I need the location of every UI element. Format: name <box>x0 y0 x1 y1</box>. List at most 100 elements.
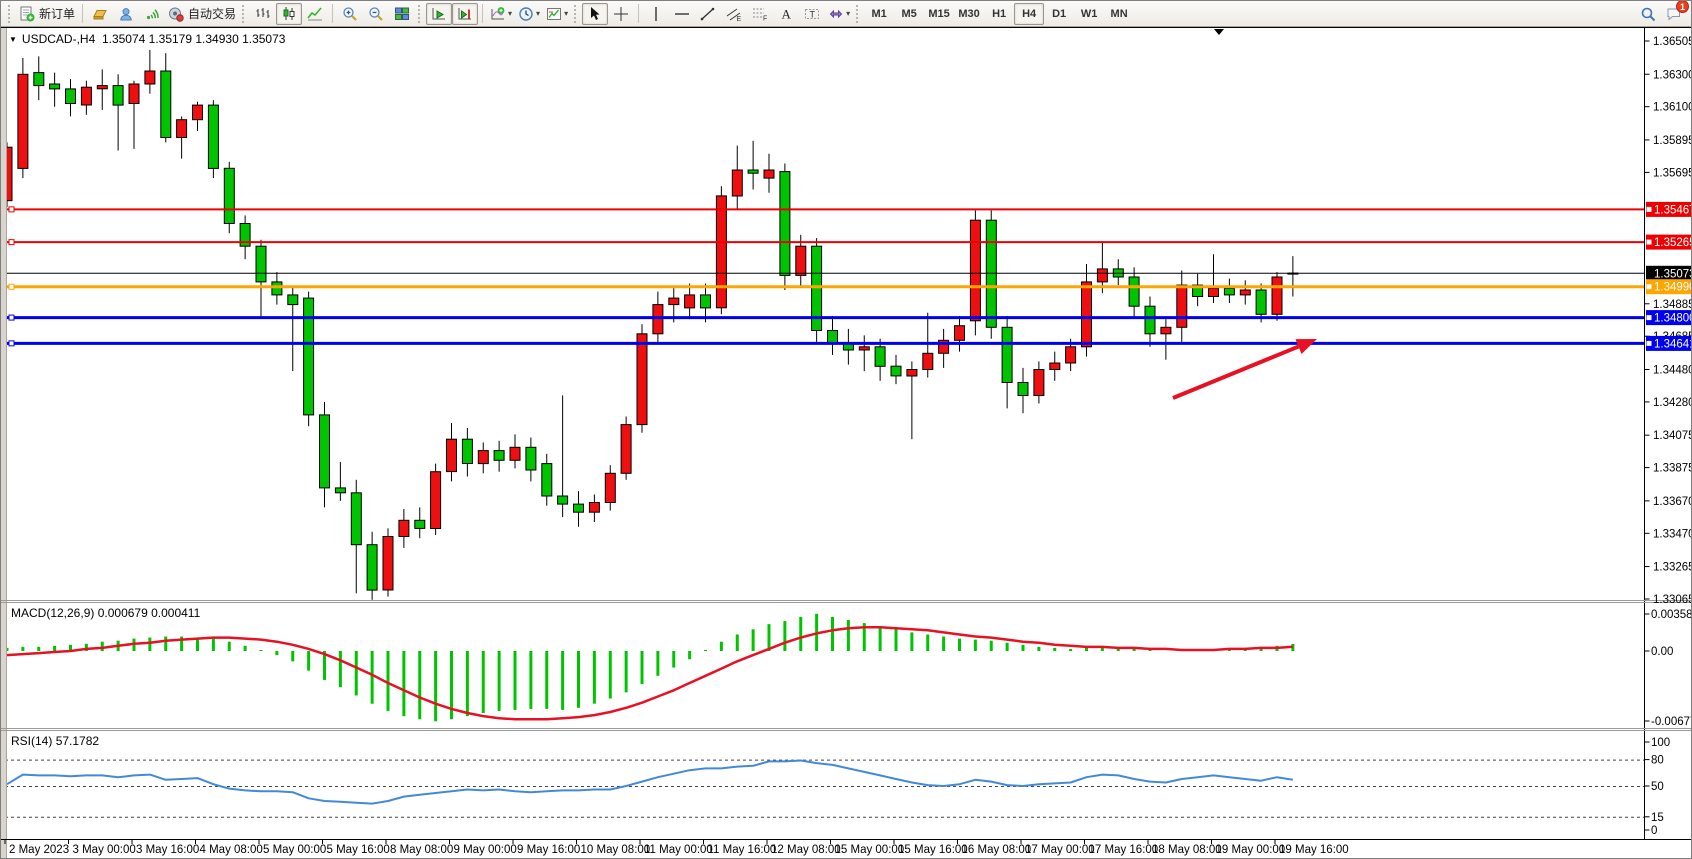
template-icon <box>546 6 562 22</box>
svg-text:1.33065: 1.33065 <box>1653 594 1692 606</box>
tf-h1-button[interactable]: H1 <box>984 3 1014 25</box>
new-order-button[interactable]: 新订单 <box>16 3 78 25</box>
fibonacci-icon: F <box>752 6 768 22</box>
zoom-in-icon <box>342 6 358 22</box>
candlestick-icon <box>281 6 297 22</box>
svg-text:1.35695: 1.35695 <box>1653 167 1692 179</box>
svg-text:A: A <box>782 6 792 21</box>
svg-text:1.35073: 1.35073 <box>1654 268 1692 280</box>
tf-w1-button[interactable]: W1 <box>1074 3 1104 25</box>
fibonacci-button[interactable]: F <box>747 3 773 25</box>
rsi-name: RSI(14) <box>11 734 52 748</box>
tf-m5-button[interactable]: M5 <box>894 3 924 25</box>
autotrading-icon <box>168 6 184 22</box>
chat-button[interactable]: 1 <box>1661 3 1687 25</box>
chevron-down-icon: ▾ <box>508 9 512 18</box>
svg-text:1.36100: 1.36100 <box>1653 102 1692 114</box>
macd-name: MACD(12,26,9) <box>11 606 94 620</box>
search-button[interactable] <box>1635 3 1661 25</box>
tf-m15-button[interactable]: M15 <box>924 3 954 25</box>
chart-title-overlay: ▼USDCAD-,H4 1.35074 1.35179 1.34930 1.35… <box>9 32 285 46</box>
line-chart-icon <box>307 6 323 22</box>
svg-text:0.00: 0.00 <box>1651 646 1673 658</box>
chart-shift-button[interactable] <box>452 3 478 25</box>
svg-text:5 May 16:00: 5 May 16:00 <box>327 844 390 856</box>
svg-text:11 May 00:00: 11 May 00:00 <box>644 844 713 856</box>
collapse-panel-icon[interactable]: ▼ <box>9 35 17 44</box>
community-button[interactable] <box>113 3 139 25</box>
zoom-in-button[interactable] <box>337 3 363 25</box>
indicators-icon <box>490 6 506 22</box>
channel-icon: E <box>726 6 742 22</box>
tf-d1-button[interactable]: D1 <box>1044 3 1074 25</box>
shapes-icon <box>828 6 844 22</box>
hline-icon <box>674 6 690 22</box>
svg-text:4 May 08:00: 4 May 08:00 <box>200 844 263 856</box>
toolbar-separator <box>482 4 483 23</box>
svg-text:15 May 16:00: 15 May 16:00 <box>898 844 968 856</box>
tf-mn-button[interactable]: MN <box>1104 3 1134 25</box>
signals-button[interactable] <box>139 3 165 25</box>
svg-text:12 May 08:00: 12 May 08:00 <box>771 844 841 856</box>
indicators-button[interactable]: ▾ <box>487 3 515 25</box>
svg-text:80: 80 <box>1651 755 1664 767</box>
text-button[interactable]: A <box>773 3 799 25</box>
cursor-icon <box>587 6 603 22</box>
clock-icon <box>518 6 534 22</box>
svg-text:T: T <box>810 9 816 19</box>
svg-text:1.33265: 1.33265 <box>1653 562 1692 574</box>
trendline-icon <box>700 6 716 22</box>
tile-windows-button[interactable] <box>389 3 415 25</box>
candlestick-chart-button[interactable] <box>276 3 302 25</box>
rsi-indicator-label: RSI(14) 57.1782 <box>11 734 99 748</box>
search-icon <box>1640 6 1656 22</box>
svg-text:1.34990: 1.34990 <box>1654 282 1692 294</box>
tf-m1-button[interactable]: M1 <box>864 3 894 25</box>
arrows-button[interactable]: ▾ <box>825 3 853 25</box>
depth-of-market-button[interactable] <box>87 3 113 25</box>
svg-text:0.003581: 0.003581 <box>1651 609 1692 621</box>
horizontal-line-button[interactable] <box>669 3 695 25</box>
toolbar: 新订单自动交易▾▾▾EFAT▾M1M5M15M30H1H4D1W1MN1 <box>1 1 1692 27</box>
gold-box-icon <box>92 6 108 22</box>
vline-icon <box>648 6 664 22</box>
svg-text:18 May 08:00: 18 May 08:00 <box>1152 844 1222 856</box>
svg-text:16 May 08:00: 16 May 08:00 <box>962 844 1032 856</box>
equidistant-channel-button[interactable]: E <box>721 3 747 25</box>
line-chart-button[interactable] <box>302 3 328 25</box>
svg-text:-0.006775: -0.006775 <box>1651 716 1692 728</box>
svg-text:1.35467: 1.35467 <box>1654 204 1692 216</box>
svg-text:1.34280: 1.34280 <box>1653 397 1692 409</box>
vertical-line-button[interactable] <box>643 3 669 25</box>
bar-chart-icon <box>255 6 271 22</box>
chevron-down-icon: ▾ <box>564 9 568 18</box>
svg-text:15 May 00:00: 15 May 00:00 <box>835 844 905 856</box>
chevron-down-icon: ▾ <box>846 9 850 18</box>
zoom-out-button[interactable] <box>363 3 389 25</box>
svg-text:50: 50 <box>1651 781 1664 793</box>
tf-h4-button[interactable]: H4 <box>1014 3 1044 25</box>
periods-button[interactable]: ▾ <box>515 3 543 25</box>
templates-button[interactable]: ▾ <box>543 3 571 25</box>
autotrading-button[interactable]: 自动交易 <box>165 3 239 25</box>
crosshair-icon <box>613 6 629 22</box>
svg-text:F: F <box>763 15 767 22</box>
trendline-button[interactable] <box>695 3 721 25</box>
svg-text:1.34641: 1.34641 <box>1654 338 1692 350</box>
svg-text:9 May 16:00: 9 May 16:00 <box>517 844 580 856</box>
notification-badge: 1 <box>1676 0 1689 13</box>
crosshair-button[interactable] <box>608 3 634 25</box>
chart-plot[interactable]: 1.365051.363001.361001.358951.356951.348… <box>1 1 1692 859</box>
svg-text:15: 15 <box>1651 812 1664 824</box>
community-icon <box>118 6 134 22</box>
ohlc-values: 1.35074 1.35179 1.34930 1.35073 <box>102 32 286 46</box>
svg-text:1.35265: 1.35265 <box>1654 237 1692 249</box>
svg-text:5 May 00:00: 5 May 00:00 <box>263 844 326 856</box>
tf-m30-button[interactable]: M30 <box>954 3 984 25</box>
bar-chart-button[interactable] <box>250 3 276 25</box>
text-label-button[interactable]: T <box>799 3 825 25</box>
zoom-out-icon <box>368 6 384 22</box>
cursor-button[interactable] <box>582 3 608 25</box>
auto-scroll-button[interactable] <box>426 3 452 25</box>
toolbar-separator <box>856 5 861 23</box>
